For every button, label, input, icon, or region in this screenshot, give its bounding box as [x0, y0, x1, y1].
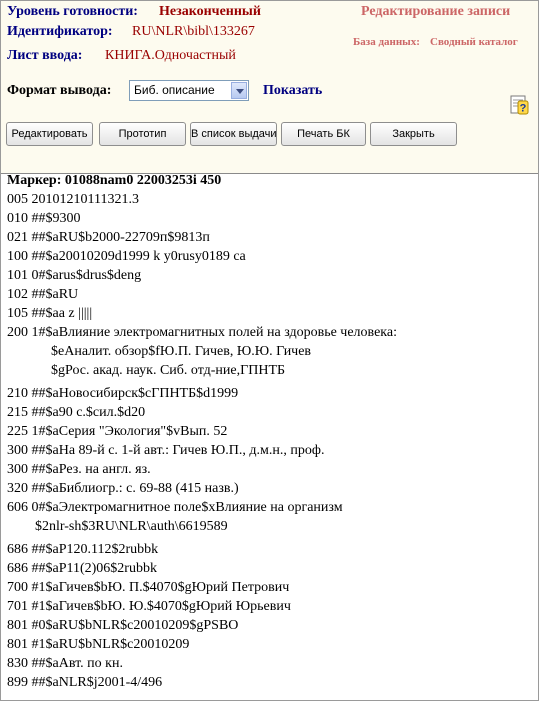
identifier-value: RU\NLR\bibl\133267 — [132, 24, 255, 39]
field-105: 105 ##$aa z ||||| — [7, 306, 93, 321]
field-100: 100 ##$a20010209d1999 k y0rusy0189 ca — [7, 249, 246, 264]
output-format-select[interactable]: Биб. описание — [129, 80, 249, 101]
field-606-continuation: $2nlr-sh$3RU\NLR\auth\6619589 — [35, 519, 228, 534]
svg-text:?: ? — [520, 103, 527, 115]
level-label: Уровень готовности: — [7, 4, 138, 19]
field-320: 320 ##$aБиблиогр.: с. 69-88 (415 назв.) — [7, 481, 239, 496]
database-label: База данных: — [353, 36, 420, 48]
field-200: 200 1#$aВлияние электромагнитных полей н… — [7, 325, 397, 340]
input-sheet-value: КНИГА.Одночастный — [105, 48, 236, 63]
field-101: 101 0#$arus$drus$deng — [7, 268, 142, 283]
field-830: 830 ##$aАвт. по кн. — [7, 656, 123, 671]
help-icon[interactable]: ? — [509, 93, 529, 115]
prototype-button[interactable]: Прототип — [99, 122, 186, 146]
add-to-list-button[interactable]: В список выдачи — [190, 122, 277, 146]
field-102: 102 ##$aRU — [7, 287, 79, 302]
field-200-continuation: $eАналит. обзор$fЮ.П. Гичев, Ю.Ю. Гичев — [51, 344, 312, 359]
chevron-down-icon[interactable] — [231, 82, 247, 99]
close-button[interactable]: Закрыть — [370, 122, 457, 146]
show-link[interactable]: Показать — [263, 83, 322, 99]
field-210: 210 ##$aНовосибирск$cГПНТБ$d1999 — [7, 386, 239, 401]
field-700: 700 #1$aГичев$bЮ. П.$4070$gЮрий Петрович — [7, 580, 290, 595]
field-300: 300 ##$aРез. на англ. яз. — [7, 462, 151, 477]
print-card-button[interactable]: Печать БК — [281, 122, 366, 146]
identifier-label: Идентификатор: — [7, 24, 113, 39]
edit-record-title: Редактирование записи — [361, 4, 511, 19]
field-225: 225 1#$aСерия "Экология"$vВып. 52 — [7, 424, 228, 439]
record-header: Уровень готовности: Незаконченный Иденти… — [1, 1, 538, 174]
field-200-continuation: $gРос. акад. наук. Сиб. отд-ние,ГПНТБ — [51, 363, 286, 378]
output-format-selected: Биб. описание — [134, 83, 215, 97]
input-sheet-label: Лист ввода: — [7, 48, 83, 63]
record-window: Уровень готовности: Незаконченный Иденти… — [0, 0, 539, 701]
record-marker: Маркер: 01088nam0 22003253i 450 — [7, 173, 222, 188]
database-value: Сводный каталог — [430, 36, 518, 48]
field-005: 005 20101210111321.3 — [7, 192, 139, 207]
output-format-label: Формат вывода: — [7, 83, 112, 98]
field-215: 215 ##$a90 с.$cил.$d20 — [7, 405, 146, 420]
field-300: 300 ##$aНа 89-й с. 1-й авт.: Гичев Ю.П.,… — [7, 443, 325, 458]
field-010: 010 ##$9300 — [7, 211, 81, 226]
level-value: Незаконченный — [159, 4, 261, 19]
edit-button[interactable]: Редактировать — [6, 122, 93, 146]
field-801: 801 #1$aRU$bNLR$c20010209 — [7, 637, 190, 652]
field-686: 686 ##$aP120.112$2rubbk — [7, 542, 159, 557]
field-606: 606 0#$aЭлектромагнитное поле$xВлияние н… — [7, 500, 343, 515]
field-686: 686 ##$aP11(2)06$2rubbk — [7, 561, 157, 576]
field-021: 021 ##$aRU$b2000-22709п$9813п — [7, 230, 210, 245]
field-701: 701 #1$aГичев$bЮ. Ю.$4070$gЮрий Юрьевич — [7, 599, 291, 614]
field-899: 899 ##$aNLR$j2001-4/496 — [7, 675, 163, 690]
field-801: 801 #0$aRU$bNLR$c20010209$gPSBO — [7, 618, 239, 633]
